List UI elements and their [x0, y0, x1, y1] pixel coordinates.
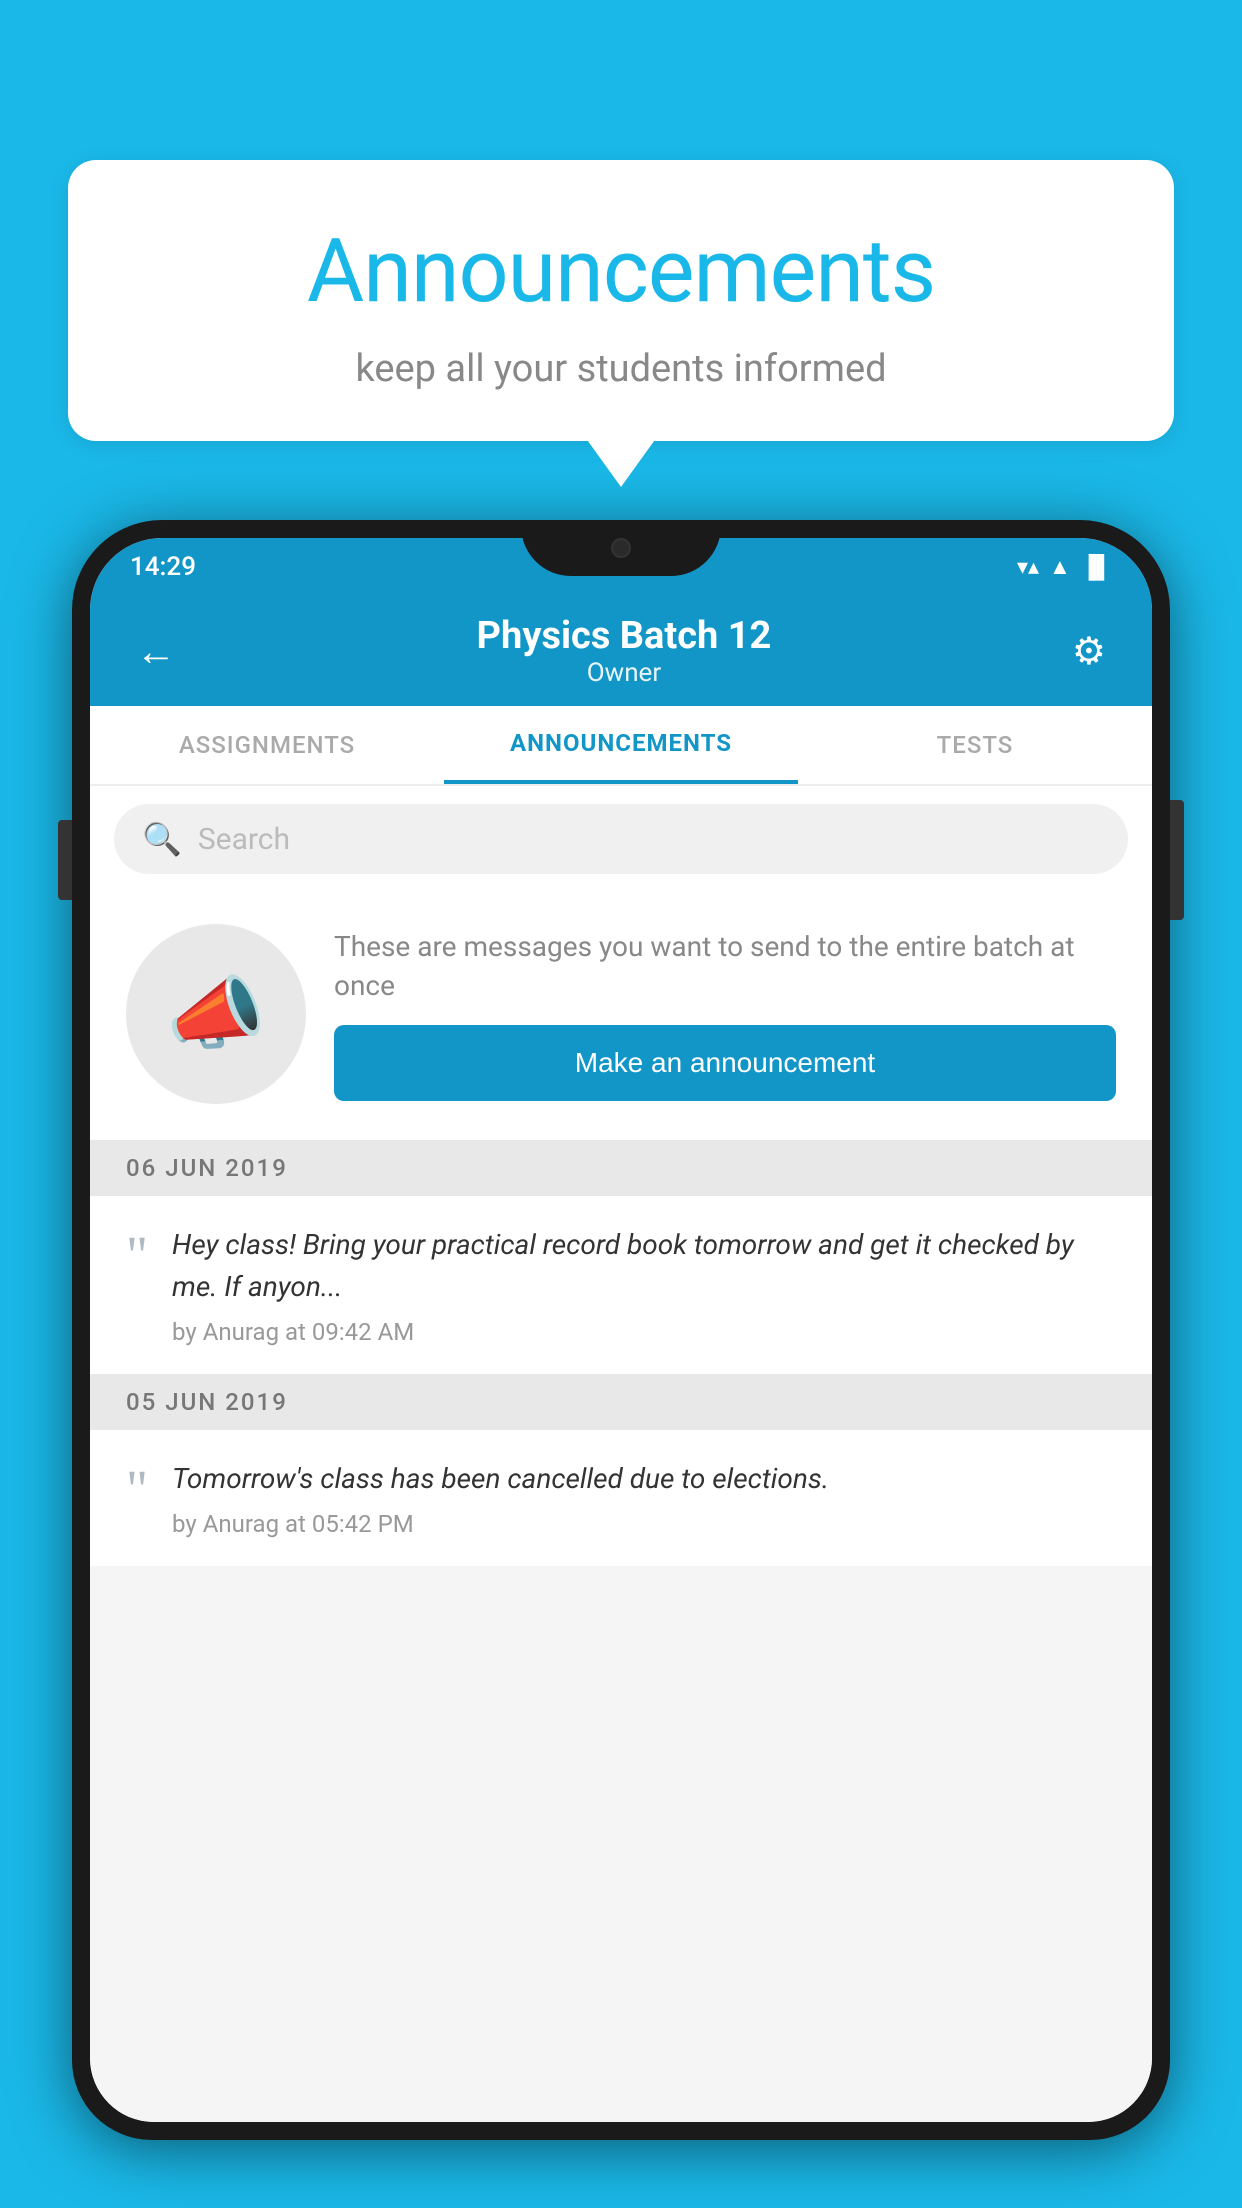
- make-announcement-button[interactable]: Make an announcement: [334, 1025, 1116, 1101]
- date-header-1: 06 JUN 2019: [90, 1140, 1152, 1196]
- battery-icon: ▐▌: [1081, 554, 1112, 580]
- date-header-2: 05 JUN 2019: [90, 1374, 1152, 1430]
- content-area: 🔍 Search 📣 These are messages you want t…: [90, 786, 1152, 2122]
- promo-icon-circle: 📣: [126, 924, 306, 1104]
- app-bar-title: Physics Batch 12: [186, 614, 1062, 658]
- search-container: 🔍 Search: [90, 786, 1152, 892]
- bubble-title: Announcements: [148, 220, 1094, 323]
- search-bar[interactable]: 🔍 Search: [114, 804, 1128, 874]
- back-button[interactable]: ←: [126, 618, 186, 685]
- announcement-text-1: Hey class! Bring your practical record b…: [172, 1224, 1116, 1308]
- announcement-text-2: Tomorrow's class has been cancelled due …: [172, 1458, 1116, 1500]
- tab-assignments[interactable]: ASSIGNMENTS: [90, 706, 444, 784]
- notch: [521, 520, 721, 576]
- app-bar-subtitle: Owner: [186, 658, 1062, 688]
- date-label-2: 05 JUN 2019: [126, 1388, 288, 1416]
- phone-wrapper: 14:29 ▾▴ ▲ ▐▌ ← Physics Batch 12 Owner ⚙: [72, 520, 1170, 2208]
- tab-announcements[interactable]: ANNOUNCEMENTS: [444, 706, 798, 784]
- quote-icon-2: ": [126, 1462, 148, 1516]
- announcement-content-1: Hey class! Bring your practical record b…: [172, 1224, 1116, 1346]
- tab-tests[interactable]: TESTS: [798, 706, 1152, 784]
- search-icon: 🔍: [142, 820, 182, 858]
- announcement-meta-2: by Anurag at 05:42 PM: [172, 1510, 1116, 1538]
- announcement-meta-1: by Anurag at 09:42 AM: [172, 1318, 1116, 1346]
- promo-card: 📣 These are messages you want to send to…: [90, 892, 1152, 1140]
- search-placeholder: Search: [198, 822, 290, 857]
- signal-icon: ▲: [1049, 554, 1071, 580]
- settings-icon[interactable]: ⚙: [1062, 619, 1116, 684]
- announcement-item-1[interactable]: " Hey class! Bring your practical record…: [90, 1196, 1152, 1374]
- app-bar: ← Physics Batch 12 Owner ⚙: [90, 596, 1152, 706]
- status-icons: ▾▴ ▲ ▐▌: [1017, 554, 1112, 580]
- promo-description: These are messages you want to send to t…: [334, 927, 1116, 1005]
- status-time: 14:29: [130, 552, 196, 582]
- speech-bubble-section: Announcements keep all your students inf…: [68, 160, 1174, 441]
- phone-screen: 14:29 ▾▴ ▲ ▐▌ ← Physics Batch 12 Owner ⚙: [90, 538, 1152, 2122]
- announcement-content-2: Tomorrow's class has been cancelled due …: [172, 1458, 1116, 1538]
- app-bar-title-group: Physics Batch 12 Owner: [186, 614, 1062, 688]
- quote-icon-1: ": [126, 1228, 148, 1282]
- promo-right: These are messages you want to send to t…: [334, 927, 1116, 1101]
- camera: [611, 538, 631, 558]
- announcement-item-2[interactable]: " Tomorrow's class has been cancelled du…: [90, 1430, 1152, 1566]
- speech-bubble-card: Announcements keep all your students inf…: [68, 160, 1174, 441]
- bubble-subtitle: keep all your students informed: [148, 347, 1094, 391]
- megaphone-icon: 📣: [166, 967, 266, 1061]
- tabs-bar: ASSIGNMENTS ANNOUNCEMENTS TESTS: [90, 706, 1152, 786]
- phone-outer: 14:29 ▾▴ ▲ ▐▌ ← Physics Batch 12 Owner ⚙: [72, 520, 1170, 2140]
- wifi-icon: ▾▴: [1017, 555, 1039, 580]
- date-label-1: 06 JUN 2019: [126, 1154, 288, 1182]
